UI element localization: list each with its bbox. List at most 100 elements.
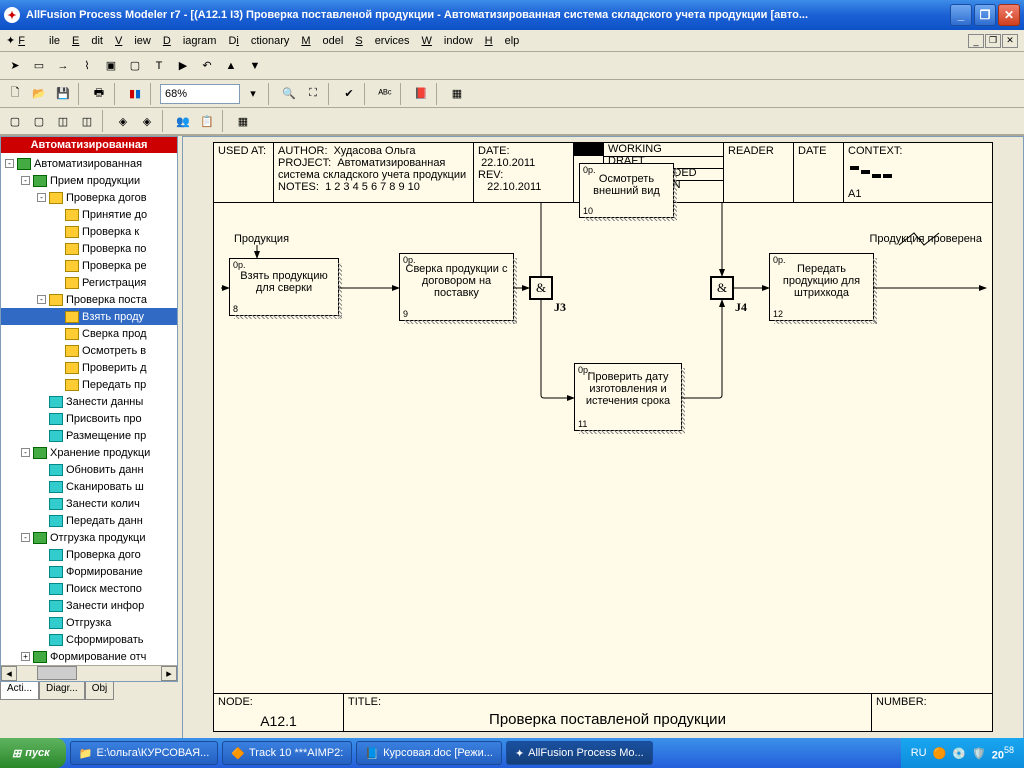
task-item-aimp[interactable]: 🔶 Track 10 ***AIMP2: (222, 741, 352, 765)
tree-item[interactable]: Передать пр (1, 376, 177, 393)
tab-diagrams[interactable]: Diagr... (39, 682, 85, 700)
tree-item[interactable]: -Отгрузка продукци (1, 529, 177, 546)
spell-button[interactable]: ᴬᴮᶜ (374, 83, 396, 105)
tree-item[interactable]: Принятие до (1, 206, 177, 223)
tree-item[interactable]: Поиск местопо (1, 580, 177, 597)
nav1[interactable]: ▢ (4, 110, 26, 132)
activity-box-12[interactable]: 0р. Передать продукцию для штрихкода 12 (769, 253, 874, 321)
undo-tool[interactable]: ↶ (196, 55, 218, 77)
tree-item[interactable]: Отгрузка (1, 614, 177, 631)
junction-j3[interactable]: & (529, 276, 553, 300)
activity-tool[interactable]: ▭ (28, 55, 50, 77)
menu-dictionary[interactable]: Dictionary (228, 35, 289, 47)
menu-services[interactable]: Services (355, 35, 409, 47)
tree-item[interactable]: Проверить д (1, 359, 177, 376)
save-button[interactable]: 💾 (52, 83, 74, 105)
tree-item[interactable]: Обновить данн (1, 461, 177, 478)
mdi-minimize[interactable]: _ (968, 34, 984, 48)
nav7[interactable]: 👥 (172, 110, 194, 132)
arrow-tool[interactable]: → (52, 55, 74, 77)
tree-item[interactable]: Взять проду (1, 308, 177, 325)
tree-item[interactable]: Формирование (1, 563, 177, 580)
print-button[interactable]: 🖶 (88, 83, 110, 105)
tree-item[interactable]: -Автоматизированная (1, 155, 177, 172)
tree-item[interactable]: Осмотреть в (1, 342, 177, 359)
pointer-tool[interactable]: ➤ (4, 55, 26, 77)
nav8[interactable]: 📋 (196, 110, 218, 132)
box2-tool[interactable]: ▢ (124, 55, 146, 77)
zoom-dropdown[interactable]: ▾ (242, 83, 264, 105)
text-tool[interactable]: T (148, 55, 170, 77)
lang-indicator[interactable]: RU (911, 747, 927, 759)
tree-item[interactable]: Присвоить про (1, 410, 177, 427)
nav9[interactable]: ▦ (232, 110, 254, 132)
nav5[interactable]: ◈ (112, 110, 134, 132)
tab-objects[interactable]: Obj (85, 682, 115, 700)
tree-item[interactable]: Занести колич (1, 495, 177, 512)
tree-item[interactable]: Размещение пр (1, 427, 177, 444)
play-tool[interactable]: ▶ (172, 55, 194, 77)
close-button[interactable]: ✕ (998, 4, 1020, 26)
box1-tool[interactable]: ▣ (100, 55, 122, 77)
tree-item[interactable]: -Проверка догов (1, 189, 177, 206)
menu-model[interactable]: Model (301, 35, 343, 47)
menu-view[interactable]: View (115, 35, 151, 47)
model-button[interactable]: ▦ (446, 83, 468, 105)
zoom-input[interactable]: 68% (160, 84, 240, 104)
tray-icon-1[interactable]: 🟠 (933, 747, 947, 760)
nav3[interactable]: ◫ (52, 110, 74, 132)
new-button[interactable]: 🗋 (4, 83, 26, 105)
menu-diagram[interactable]: Diagram (163, 35, 217, 47)
zoom-fit-button[interactable]: 🔍 (278, 83, 300, 105)
menu-window[interactable]: Window (422, 35, 473, 47)
dict-button[interactable]: 📕 (410, 83, 432, 105)
tree-item[interactable]: -Прием продукции (1, 172, 177, 189)
tree-item[interactable]: Занести инфор (1, 597, 177, 614)
tree-item[interactable]: Сверка прод (1, 325, 177, 342)
nav2[interactable]: ▢ (28, 110, 50, 132)
task-item-allfusion[interactable]: ✦ AllFusion Process Mo... (506, 741, 653, 765)
diagram-canvas[interactable]: USED AT: AUTHOR: Худасова Ольга PROJECT:… (182, 136, 1024, 762)
mdi-restore[interactable]: ❐ (985, 34, 1001, 48)
mdi-close[interactable]: ✕ (1002, 34, 1018, 48)
menu-file[interactable]: ✦ File (6, 34, 60, 47)
nav6[interactable]: ◈ (136, 110, 158, 132)
tree-h-scrollbar[interactable]: ◂▸ (1, 665, 177, 681)
tray-icon-2[interactable]: 💿 (952, 747, 966, 760)
task-item-explorer[interactable]: 📁 E:\ольга\КУРСОВАЯ... (70, 741, 219, 765)
zoom-region-button[interactable]: ⛶ (302, 83, 324, 105)
tree-item[interactable]: +Формирование отч (1, 648, 177, 665)
up-tool[interactable]: ▲ (220, 55, 242, 77)
nav4[interactable]: ◫ (76, 110, 98, 132)
system-tray[interactable]: RU 🟠 💿 🛡️ 2058 (901, 738, 1024, 768)
activity-box-10[interactable]: 0р. Осмотреть внешний вид 10 (579, 163, 674, 218)
tree-item[interactable]: Проверка ре (1, 257, 177, 274)
tree-item[interactable]: -Проверка поста (1, 291, 177, 308)
tree-item[interactable]: Проверка к (1, 223, 177, 240)
tree-item[interactable]: Регистрация (1, 274, 177, 291)
junction-j4[interactable]: & (710, 276, 734, 300)
down-tool[interactable]: ▼ (244, 55, 266, 77)
tree-item[interactable]: -Хранение продукци (1, 444, 177, 461)
activity-box-8[interactable]: 0р. Взять продукцию для сверки 8 (229, 258, 339, 316)
check-button[interactable]: ✔ (338, 83, 360, 105)
open-button[interactable]: 📂 (28, 83, 50, 105)
tab-activities[interactable]: Acti... (0, 682, 39, 700)
tray-icon-3[interactable]: 🛡️ (972, 747, 986, 760)
activity-box-9[interactable]: 0р. Сверка продукции с договором на пост… (399, 253, 514, 321)
report-button[interactable]: ▮▮ (124, 83, 146, 105)
activity-box-11[interactable]: 0р. Проверить дату изготовления и истече… (574, 363, 682, 431)
tree-item[interactable]: Передать данн (1, 512, 177, 529)
start-button[interactable]: ⊞пуск (0, 738, 66, 768)
squiggle-tool[interactable]: ⌇ (76, 55, 98, 77)
clock[interactable]: 2058 (992, 745, 1014, 762)
tree-item[interactable]: Проверка дого (1, 546, 177, 563)
tree-item[interactable]: Проверка по (1, 240, 177, 257)
tree-item[interactable]: Сформировать (1, 631, 177, 648)
maximize-button[interactable]: ❐ (974, 4, 996, 26)
tree-item[interactable]: Занести данны (1, 393, 177, 410)
task-item-word[interactable]: 📘 Курсовая.doc [Режи... (356, 741, 502, 765)
tree-item[interactable]: Сканировать ш (1, 478, 177, 495)
menu-help[interactable]: Help (485, 35, 520, 47)
minimize-button[interactable]: _ (950, 4, 972, 26)
